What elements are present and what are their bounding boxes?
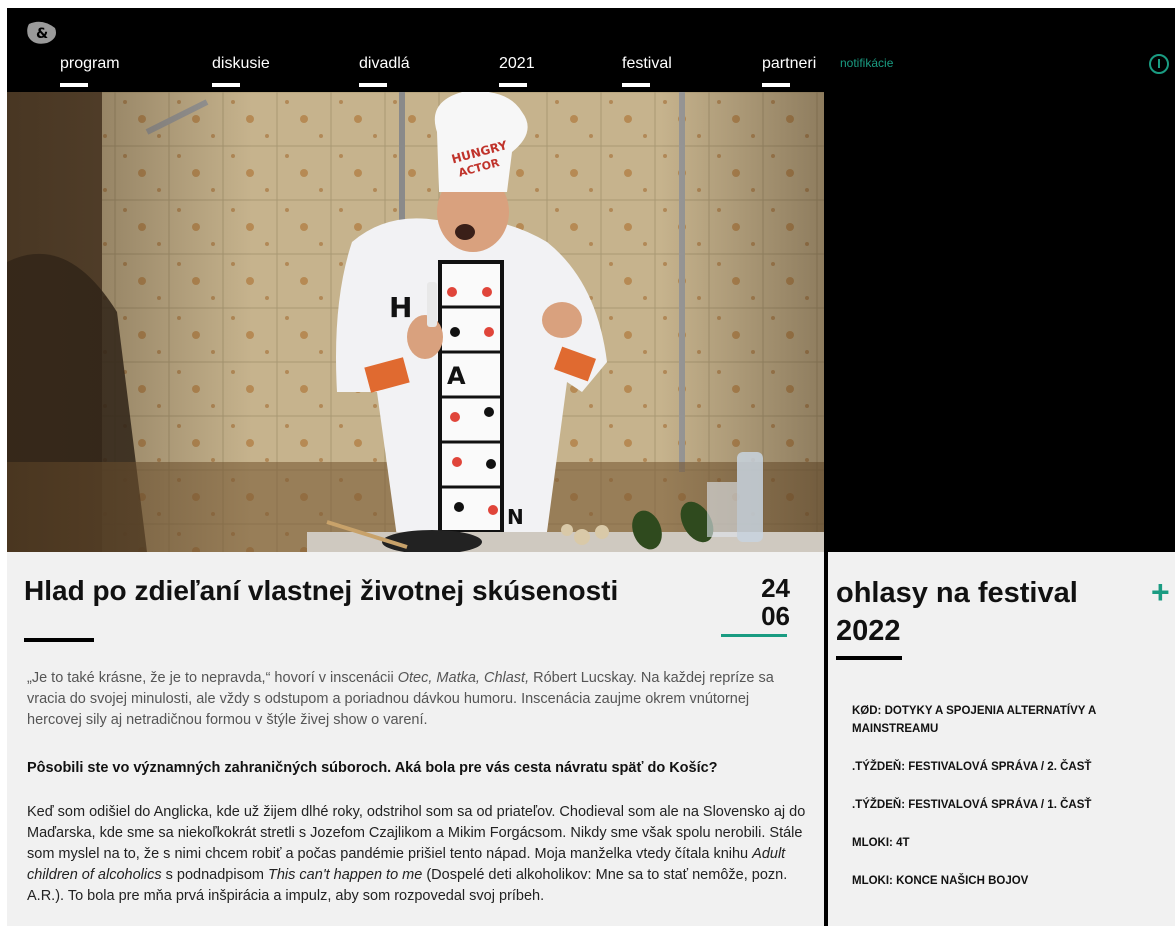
date-underline bbox=[721, 634, 787, 637]
plus-icon[interactable]: + bbox=[1151, 574, 1170, 611]
svg-text:H: H bbox=[389, 291, 412, 324]
review-link[interactable]: .TÝŽDEŇ: FESTIVALOVÁ SPRÁVA / 2. ČASŤ bbox=[852, 758, 1132, 776]
hero-image: H A N HUNGRY ACTOR bbox=[7, 92, 824, 552]
article-lead: „Je to také krásne, že je to nepravda,“ … bbox=[27, 670, 774, 728]
article-date: 24 06 bbox=[742, 574, 790, 630]
notifications-link[interactable]: notifikácie bbox=[840, 56, 893, 70]
nav-item-diskusie[interactable]: diskusie bbox=[212, 55, 270, 87]
hero-illustration: H A N HUNGRY ACTOR bbox=[7, 92, 824, 552]
review-link[interactable]: .TÝŽDEŇ: FESTIVALOVÁ SPRÁVA / 1. ČASŤ bbox=[852, 796, 1132, 814]
side-title: ohlasy na festival 2022 bbox=[836, 577, 1078, 647]
title-underline bbox=[24, 638, 94, 642]
side-title-underline bbox=[836, 656, 902, 660]
main-nav: program diskusie divadlá 2021 festival p… bbox=[7, 8, 827, 92]
date-day: 24 bbox=[761, 573, 790, 603]
reviews-list: KØD: DOTYKY A SPOJENIA ALTERNATÍVY A MAI… bbox=[852, 702, 1132, 910]
nav-item-partneri[interactable]: partneri bbox=[762, 55, 816, 87]
festival-reviews-panel: ohlasy na festival 2022 + KØD: DOTYKY A … bbox=[828, 552, 1175, 926]
article-title: Hlad po zdieľaní vlastnej životnej skúse… bbox=[24, 575, 619, 606]
nav-item-program[interactable]: program bbox=[60, 55, 120, 87]
nav-item-divadla[interactable]: divadlá bbox=[359, 55, 410, 87]
nav-item-2021[interactable]: 2021 bbox=[499, 55, 535, 87]
interview-question: Pôsobili ste vo významných zahraničných … bbox=[27, 760, 718, 776]
article-body: Keď som odišiel do Anglicka, kde už žije… bbox=[27, 804, 806, 904]
review-link[interactable]: MLOKI: 4T bbox=[852, 834, 1132, 852]
article-section: Hlad po zdieľaní vlastnej životnej skúse… bbox=[7, 552, 824, 926]
svg-text:A: A bbox=[447, 362, 466, 390]
review-link[interactable]: MLOKI: KONCE NAŠICH BOJOV bbox=[852, 872, 1132, 890]
nav-item-festival[interactable]: festival bbox=[622, 55, 672, 87]
svg-text:N: N bbox=[507, 505, 524, 529]
power-icon[interactable] bbox=[1149, 54, 1169, 74]
date-month: 06 bbox=[761, 601, 790, 631]
page: & program diskusie divadlá 2021 festival… bbox=[7, 8, 1175, 926]
review-link[interactable]: KØD: DOTYKY A SPOJENIA ALTERNATÍVY A MAI… bbox=[852, 702, 1132, 738]
